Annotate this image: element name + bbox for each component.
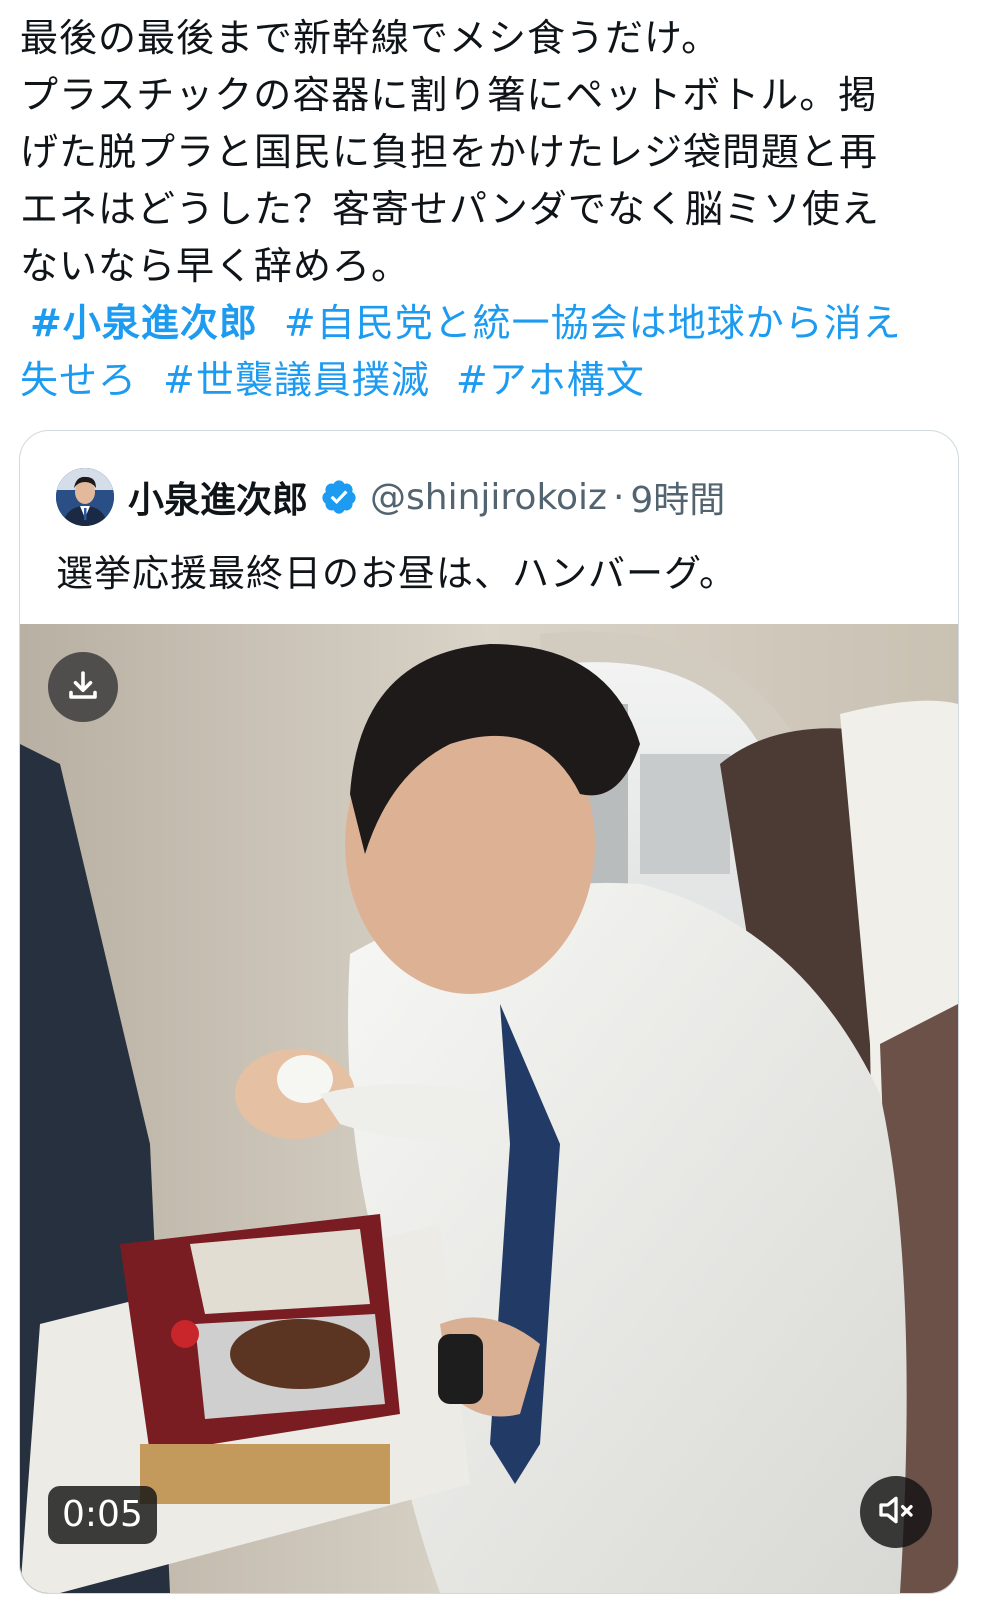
- tweet-text: 最後の最後まで新幹線でメシ食うだけ。 プラスチックの容器に割り箸にペットボトル。…: [20, 10, 960, 409]
- timestamp[interactable]: 9時間: [630, 471, 725, 523]
- hashtag-link[interactable]: #小泉進次郎: [30, 301, 258, 345]
- tweet-text-line: プラスチックの容器に割り箸にペットボトル。掲: [20, 73, 878, 117]
- video-elapsed-time: 0:05: [48, 1486, 157, 1544]
- quoted-tweet-text: 選挙応援最終日のお昼は、ハンバーグ。: [56, 552, 738, 595]
- separator-dot: ·: [612, 476, 625, 518]
- video-frame: [20, 624, 958, 1593]
- mute-toggle-button[interactable]: [860, 1476, 932, 1548]
- tweet-text-line: 最後の最後まで新幹線でメシ食うだけ。: [20, 16, 721, 60]
- quoted-tweet-card[interactable]: 小泉進次郎 @shinjirokoiz · 9時間 選挙応援最終日のお昼は、ハン…: [19, 430, 959, 1594]
- video-player[interactable]: 0:05: [20, 624, 958, 1593]
- avatar[interactable]: [56, 468, 114, 526]
- hashtag-row: #小泉進次郎 #自民党と統一協会は地球から消え: [20, 295, 960, 352]
- tweet-text-line: ないなら早く辞めろ。: [20, 244, 411, 288]
- download-button[interactable]: [48, 652, 118, 722]
- hashtag-row: 失せろ #世襲議員撲滅 #アホ構文: [20, 352, 960, 409]
- tweet-text-line: エネはどうした？客寄せパンダでなく脳ミソ使え: [20, 187, 880, 231]
- hashtag-link-continuation[interactable]: 失せろ: [20, 358, 137, 402]
- hashtag-link[interactable]: #自民党と統一協会は地球から消え: [284, 301, 902, 345]
- quoted-tweet-header: 小泉進次郎 @shinjirokoiz · 9時間: [56, 465, 725, 529]
- muted-speaker-icon: [876, 1490, 916, 1534]
- download-icon: [65, 667, 101, 707]
- user-handle[interactable]: @shinjirokoiz: [370, 477, 607, 518]
- display-name[interactable]: 小泉進次郎: [128, 471, 308, 523]
- tweet-text-line: げた脱プラと国民に負担をかけたレジ袋問題と再: [20, 130, 879, 174]
- hashtag-link[interactable]: #アホ構文: [456, 358, 645, 402]
- hashtag-link[interactable]: #世襲議員撲滅: [163, 358, 430, 402]
- verified-badge-icon: [320, 478, 358, 516]
